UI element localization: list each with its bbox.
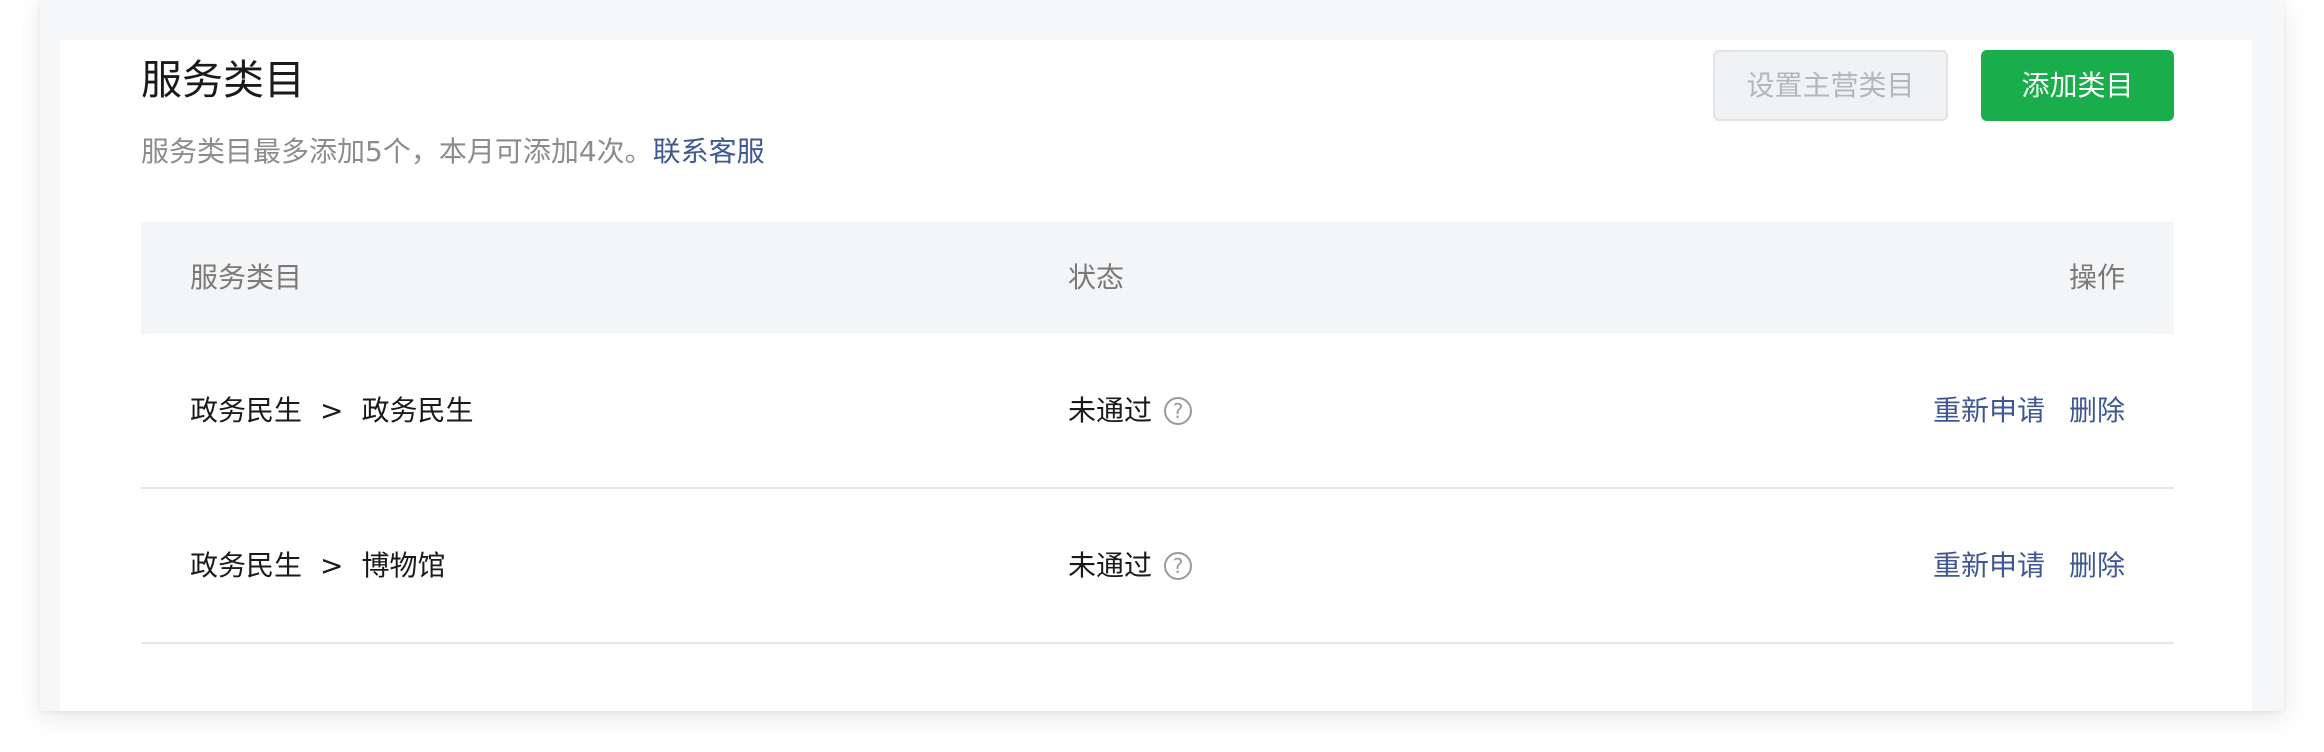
page-subtitle: 服务类目最多添加5个，本月可添加4次。联系客服: [141, 132, 765, 172]
page-title: 服务类目: [141, 56, 305, 104]
category-parent: 政务民生: [190, 548, 303, 582]
status-text: 未通过: [1068, 548, 1153, 582]
reapply-link[interactable]: 重新申请: [1933, 549, 2045, 582]
table-header: 服务类目 状态 操作: [141, 222, 2174, 334]
category-separator: >: [320, 548, 344, 582]
status-cell: 未通过 ?: [1068, 391, 1193, 431]
table-row: 政务民生 > 博物馆 未通过 ? 重新申请 删除: [141, 489, 2174, 644]
actions-cell: 重新申请 删除: [1933, 391, 2125, 431]
category-child: 政务民生: [361, 393, 474, 427]
delete-link[interactable]: 删除: [2069, 394, 2125, 427]
actions-cell: 重新申请 删除: [1933, 546, 2125, 586]
subtitle-text: 服务类目最多添加5个，本月可添加4次。: [141, 135, 653, 168]
category-parent: 政务民生: [190, 393, 303, 427]
status-cell: 未通过 ?: [1068, 546, 1193, 586]
reapply-link[interactable]: 重新申请: [1933, 394, 2045, 427]
category-path: 政务民生 > 政务民生: [190, 391, 474, 431]
table-row: 政务民生 > 政务民生 未通过 ? 重新申请 删除: [141, 334, 2174, 489]
column-header-status: 状态: [1068, 261, 1125, 294]
category-path: 政务民生 > 博物馆: [190, 546, 446, 586]
category-separator: >: [320, 393, 344, 427]
question-circle-icon[interactable]: ?: [1164, 396, 1193, 425]
contact-support-link[interactable]: 联系客服: [653, 135, 765, 168]
delete-link[interactable]: 删除: [2069, 549, 2125, 582]
question-circle-icon[interactable]: ?: [1164, 551, 1193, 580]
column-header-category: 服务类目: [190, 261, 303, 294]
category-child: 博物馆: [361, 548, 446, 582]
category-table: 服务类目 状态 操作 政务民生 > 政务民生 未通过 ? 重新申请 删除 政务民生 > 博…: [141, 222, 2174, 644]
set-primary-category-button[interactable]: 设置主营类目: [1713, 50, 1948, 121]
add-category-button[interactable]: 添加类目: [1981, 50, 2174, 121]
status-text: 未通过: [1068, 393, 1153, 427]
column-header-actions: 操作: [2068, 261, 2125, 294]
